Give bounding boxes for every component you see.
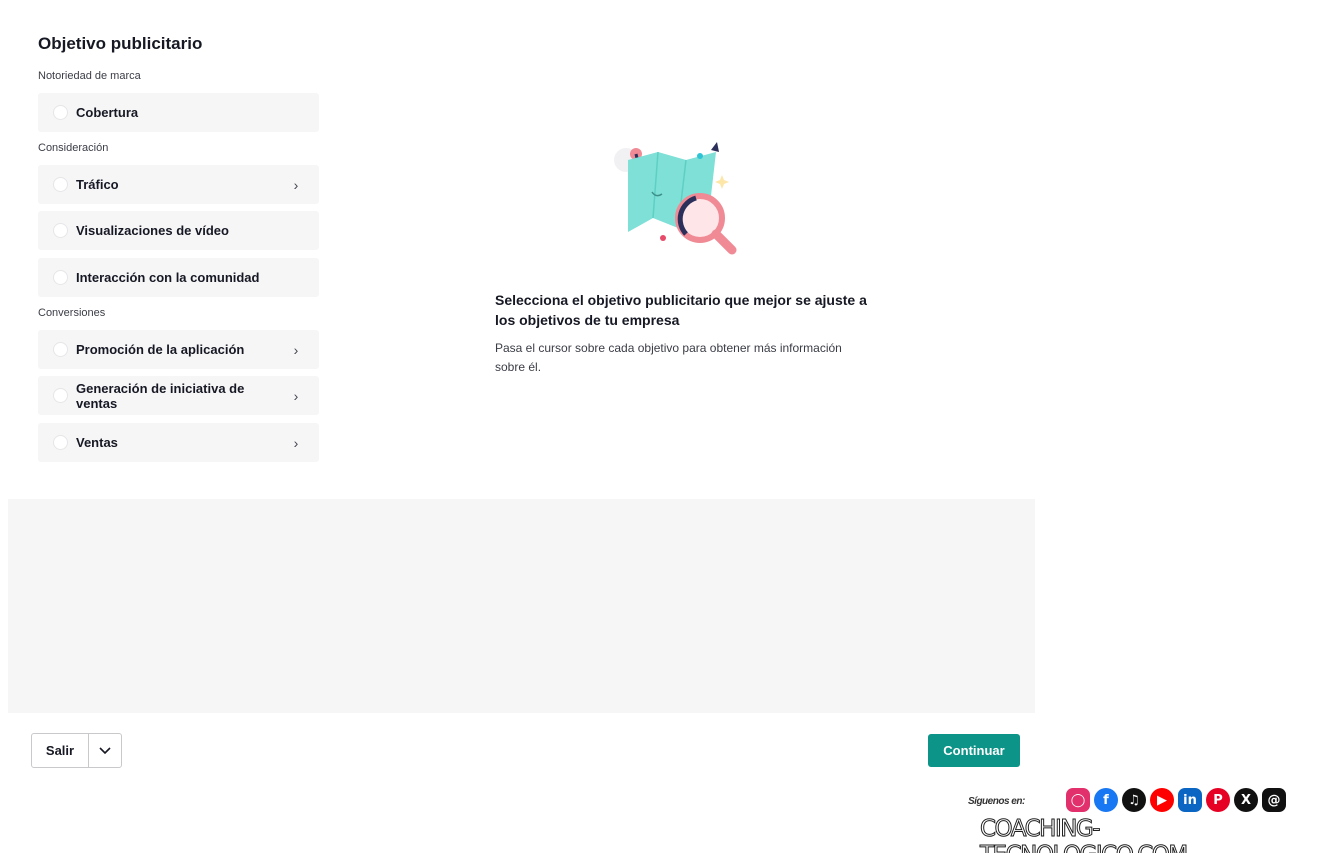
option-label: Promoción de la aplicación: [76, 342, 245, 357]
option-sales[interactable]: Ventas ›: [38, 423, 319, 462]
radio-button[interactable]: [53, 342, 68, 357]
group-label-consideration: Consideración: [38, 142, 109, 154]
option-label: Visualizaciones de vídeo: [76, 223, 229, 238]
option-video-views[interactable]: Visualizaciones de vídeo: [38, 211, 319, 250]
continue-button[interactable]: Continuar: [928, 734, 1020, 767]
option-trafico[interactable]: Tráfico ›: [38, 165, 319, 204]
empty-content-area: [8, 499, 1035, 713]
facebook-icon: f: [1094, 788, 1118, 812]
option-label: Ventas: [76, 435, 118, 450]
instagram-icon: ◯: [1066, 788, 1090, 812]
radio-button[interactable]: [53, 388, 68, 403]
social-watermark: Síguenos en: ◯ f ♫ ▶ in P X @ COACHING-T…: [968, 786, 1290, 853]
chevron-right-icon[interactable]: ›: [285, 388, 307, 404]
exit-button-group: Salir: [31, 733, 122, 768]
radio-button[interactable]: [53, 223, 68, 238]
option-label: Interacción con la comunidad: [76, 270, 260, 285]
option-community-interaction[interactable]: Interacción con la comunidad: [38, 258, 319, 297]
youtube-icon: ▶: [1150, 788, 1174, 812]
follow-label: Síguenos en:: [968, 796, 1025, 807]
linkedin-icon: in: [1178, 788, 1202, 812]
option-lead-generation[interactable]: Generación de iniciativa de ventas ›: [38, 376, 319, 415]
radio-button[interactable]: [53, 177, 68, 192]
exit-dropdown-button[interactable]: [89, 734, 121, 767]
option-label: Generación de iniciativa de ventas: [76, 380, 245, 411]
option-label: Tráfico: [76, 177, 119, 192]
exit-button[interactable]: Salir: [32, 734, 89, 767]
chevron-right-icon[interactable]: ›: [285, 435, 307, 451]
threads-icon: @: [1262, 788, 1286, 812]
social-icons: ◯ f ♫ ▶ in P X @: [1066, 788, 1286, 812]
info-description: Pasa el cursor sobre cada objetivo para …: [495, 341, 842, 374]
group-label-brand-awareness: Notoriedad de marca: [38, 70, 141, 82]
radio-button[interactable]: [53, 270, 68, 285]
option-label: Cobertura: [76, 105, 139, 120]
pinterest-icon: P: [1206, 788, 1230, 812]
chevron-down-icon: [99, 746, 111, 754]
radio-button[interactable]: [53, 105, 68, 120]
map-search-illustration: [614, 142, 737, 255]
page-title: Objetivo publicitario: [38, 34, 203, 53]
x-icon: X: [1234, 788, 1258, 812]
option-app-promotion[interactable]: Promoción de la aplicación ›: [38, 330, 319, 369]
site-name: COACHING-TECNOLOGICO.COM: [980, 816, 1189, 853]
tiktok-icon: ♫: [1122, 788, 1146, 812]
chevron-right-icon[interactable]: ›: [285, 177, 307, 193]
group-label-conversions: Conversiones: [38, 307, 106, 319]
option-cobertura[interactable]: Cobertura: [38, 93, 319, 132]
info-heading: Selecciona el objetivo publicitario que …: [495, 292, 867, 328]
radio-button[interactable]: [53, 435, 68, 450]
chevron-right-icon[interactable]: ›: [285, 342, 307, 358]
